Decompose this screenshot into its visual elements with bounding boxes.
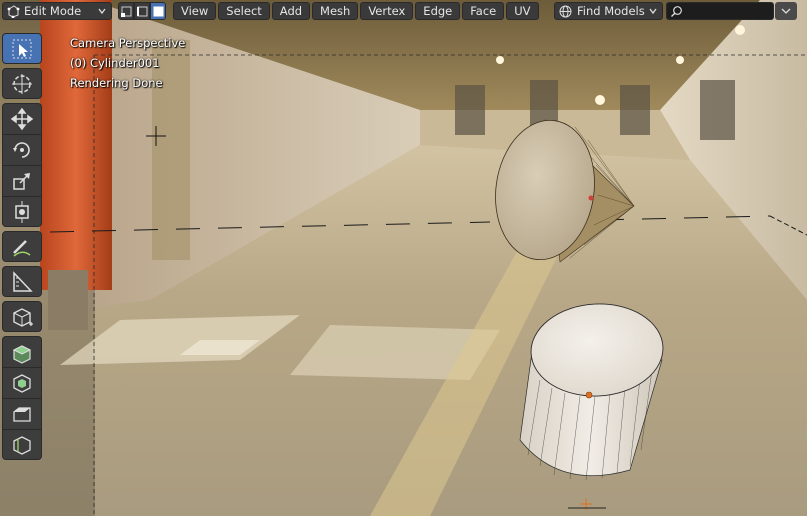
cursor-icon bbox=[12, 73, 32, 94]
rotate-icon bbox=[13, 142, 30, 158]
viewport-info-overlay: Camera Perspective (0) Cylinder001 Rende… bbox=[70, 33, 185, 93]
tool-loop-cut[interactable] bbox=[2, 429, 42, 460]
render-status-label: Rendering Done bbox=[70, 76, 163, 90]
tool-inset[interactable] bbox=[2, 367, 42, 398]
find-models-dropdown[interactable]: Find Models bbox=[554, 2, 663, 20]
tool-scale[interactable] bbox=[2, 165, 42, 196]
menu-select[interactable]: Select bbox=[218, 2, 270, 20]
3d-viewport[interactable]: Camera Perspective (0) Cylinder001 Rende… bbox=[0, 0, 807, 516]
globe-icon bbox=[559, 5, 572, 17]
tool-transform[interactable] bbox=[2, 196, 42, 227]
search-options-button[interactable] bbox=[775, 2, 797, 20]
tool-bevel[interactable] bbox=[2, 398, 42, 429]
menu-uv[interactable]: UV bbox=[506, 2, 539, 20]
annotate-icon bbox=[13, 239, 31, 257]
menu-edge[interactable]: Edge bbox=[415, 2, 461, 20]
tool-select-box[interactable] bbox=[2, 33, 42, 64]
edit-mode-icon bbox=[7, 4, 20, 18]
bevel-icon bbox=[13, 407, 31, 422]
select-mode-group bbox=[118, 2, 166, 20]
vertex-select-button[interactable] bbox=[118, 2, 134, 20]
tool-annotate[interactable] bbox=[2, 231, 42, 262]
mode-dropdown[interactable]: Edit Mode bbox=[2, 2, 112, 20]
chevron-down-icon bbox=[98, 8, 106, 15]
chevron-down-icon bbox=[649, 8, 657, 15]
tool-rotate[interactable] bbox=[2, 134, 42, 165]
find-models-label: Find Models bbox=[577, 4, 645, 18]
menu-vertex[interactable]: Vertex bbox=[360, 2, 414, 20]
menu-add[interactable]: Add bbox=[271, 2, 311, 20]
edge-select-button[interactable] bbox=[134, 2, 150, 20]
extrude-icon bbox=[12, 345, 32, 364]
menu-face[interactable]: Face bbox=[462, 2, 505, 20]
select-arrow-icon bbox=[12, 39, 32, 58]
vertex-select-icon bbox=[120, 6, 131, 17]
edge-select-icon bbox=[136, 6, 147, 16]
scale-icon bbox=[13, 173, 30, 190]
tool-shelf bbox=[2, 33, 42, 464]
menu-mesh[interactable]: Mesh bbox=[312, 2, 359, 20]
menu-view[interactable]: View bbox=[173, 2, 217, 20]
tool-extrude[interactable] bbox=[2, 336, 42, 367]
face-select-icon bbox=[153, 6, 163, 16]
search-icon bbox=[671, 5, 682, 17]
face-select-button[interactable] bbox=[150, 2, 166, 20]
active-object-label: (0) Cylinder001 bbox=[70, 56, 160, 70]
chevron-down-icon bbox=[781, 8, 791, 14]
mode-dropdown-label: Edit Mode bbox=[24, 4, 82, 18]
transform-icon bbox=[15, 200, 29, 223]
tool-add-cube[interactable] bbox=[2, 301, 42, 332]
add-cube-icon bbox=[13, 307, 33, 327]
measure-icon bbox=[13, 270, 33, 292]
loop-cut-icon bbox=[13, 435, 31, 455]
tool-move[interactable] bbox=[2, 103, 42, 134]
search-input[interactable] bbox=[666, 2, 774, 20]
view-name-label: Camera Perspective bbox=[70, 36, 186, 50]
inset-icon bbox=[13, 374, 31, 393]
move-icon bbox=[10, 107, 34, 131]
tool-cursor[interactable] bbox=[2, 68, 42, 99]
viewport-header: Edit Mode View Select Add Mesh Vertex Ed… bbox=[0, 0, 807, 22]
tool-measure[interactable] bbox=[2, 266, 42, 297]
